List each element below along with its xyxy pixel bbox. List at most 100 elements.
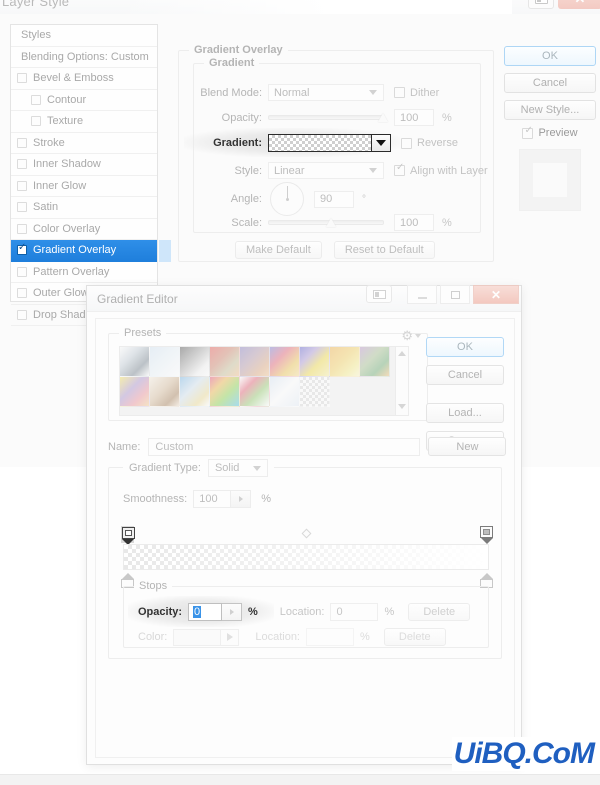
sidebar-item-bevel-emboss[interactable]: Bevel & Emboss xyxy=(11,68,157,90)
preview-checkbox[interactable] xyxy=(522,125,534,139)
reverse-checkbox-row[interactable]: Reverse xyxy=(401,137,458,149)
cancel-button[interactable]: Cancel xyxy=(504,73,596,93)
scale-input[interactable]: 100 xyxy=(394,214,434,231)
gradient-editor-titlebar[interactable]: Gradient Editor ✕ xyxy=(87,285,521,312)
chevron-down-icon xyxy=(252,466,261,471)
opacity-input[interactable]: 100 xyxy=(394,109,434,126)
preset-swatch[interactable] xyxy=(300,377,330,407)
sidebar-item-inner-shadow[interactable]: Inner Shadow xyxy=(11,154,157,176)
sidebar-item-gradient-overlay[interactable]: Gradient Overlay xyxy=(11,240,171,262)
opacity-stop-right[interactable] xyxy=(480,526,493,544)
smoothness-stepper[interactable] xyxy=(231,490,252,508)
preset-swatch[interactable] xyxy=(270,347,300,377)
ok-button[interactable]: OK xyxy=(504,46,596,66)
style-checkbox[interactable] xyxy=(17,73,27,84)
scroll-down-icon[interactable] xyxy=(398,404,406,409)
stop-color-swatch[interactable] xyxy=(173,628,222,646)
style-checkbox[interactable] xyxy=(17,159,27,170)
delete-opacity-stop-button[interactable]: Delete xyxy=(408,603,471,621)
style-checkbox[interactable] xyxy=(17,137,27,148)
sidebar-item-satin[interactable]: Satin xyxy=(11,197,157,219)
presets-scrollbar[interactable] xyxy=(395,347,408,415)
preset-swatch[interactable] xyxy=(120,347,150,377)
load-button[interactable]: Load... xyxy=(426,403,504,423)
preset-swatch[interactable] xyxy=(240,377,270,407)
new-style-button[interactable]: New Style... xyxy=(504,100,596,120)
preview-toggle[interactable]: Preview xyxy=(504,125,596,139)
sidebar-item-stroke[interactable]: Stroke xyxy=(11,133,157,154)
style-checkbox[interactable] xyxy=(17,288,27,299)
preset-swatch[interactable] xyxy=(360,347,390,377)
style-checkbox[interactable] xyxy=(31,94,41,105)
stop-opacity-location-input[interactable]: 0 xyxy=(330,603,379,621)
scale-slider[interactable] xyxy=(268,217,384,227)
close-icon[interactable]: ✕ xyxy=(558,0,600,9)
minimize-icon[interactable] xyxy=(407,285,437,304)
gear-icon[interactable]: ⚙ xyxy=(401,328,421,344)
preset-swatch[interactable] xyxy=(210,347,240,377)
preset-swatch[interactable] xyxy=(300,347,330,377)
style-select[interactable]: Linear xyxy=(268,162,384,179)
gradient-dropdown-button[interactable] xyxy=(372,134,391,152)
panel-icon[interactable] xyxy=(366,285,392,303)
gradient-editor-title: Gradient Editor xyxy=(97,292,178,306)
style-checkbox[interactable] xyxy=(31,116,41,127)
opacity-slider-knob[interactable] xyxy=(378,112,388,122)
new-button[interactable]: New xyxy=(428,437,507,456)
preset-swatch[interactable] xyxy=(330,347,360,377)
blend-mode-select[interactable]: Normal xyxy=(268,84,384,101)
align-with-layer-row[interactable]: Align with Layer xyxy=(394,162,488,177)
delete-color-stop-button[interactable]: Delete xyxy=(383,628,446,646)
smoothness-input[interactable]: 100 xyxy=(193,490,232,508)
angle-dial[interactable] xyxy=(270,182,304,216)
editor-cancel-button[interactable]: Cancel xyxy=(426,365,504,385)
preset-swatch[interactable] xyxy=(180,377,210,407)
stop-color-picker-button[interactable] xyxy=(221,628,240,646)
style-checkbox[interactable] xyxy=(17,309,27,320)
dither-checkbox-row[interactable]: Dither xyxy=(394,87,439,99)
sidebar-item-color-overlay[interactable]: Color Overlay xyxy=(11,219,157,240)
preset-swatch[interactable] xyxy=(150,377,180,407)
sidebar-item-pattern-overlay[interactable]: Pattern Overlay xyxy=(11,262,157,283)
stop-opacity-input[interactable]: 0 xyxy=(188,603,223,621)
close-icon[interactable]: ✕ xyxy=(473,285,519,304)
name-input[interactable]: Custom xyxy=(148,437,421,456)
style-checkbox[interactable] xyxy=(17,180,27,191)
make-default-button[interactable]: Make Default xyxy=(235,241,322,259)
editor-ok-button[interactable]: OK xyxy=(426,337,504,357)
preset-swatch[interactable] xyxy=(210,377,240,407)
gradient-bar[interactable] xyxy=(123,544,489,570)
maximize-icon[interactable] xyxy=(440,285,470,304)
style-label: Bevel & Emboss xyxy=(33,72,114,85)
gradient-swatch[interactable] xyxy=(268,134,372,152)
style-checkbox[interactable] xyxy=(17,242,27,256)
preset-swatch[interactable] xyxy=(240,347,270,377)
sidebar-item-blending-options[interactable]: Blending Options: Custom xyxy=(11,47,157,68)
sidebar-item-contour[interactable]: Contour xyxy=(11,90,157,111)
opacity-midpoint-marker[interactable] xyxy=(301,528,311,539)
preset-swatch[interactable] xyxy=(120,377,150,407)
stop-color-location-input[interactable] xyxy=(306,628,354,646)
sidebar-item-texture[interactable]: Texture xyxy=(11,111,157,133)
angle-input[interactable]: 90 xyxy=(314,190,354,208)
preset-swatch[interactable] xyxy=(180,347,210,377)
opacity-stop-left[interactable] xyxy=(121,526,135,545)
opacity-slider[interactable] xyxy=(268,113,388,122)
scroll-up-icon[interactable] xyxy=(398,351,406,356)
layer-style-titlebar[interactable]: Layer Style ✕ xyxy=(0,0,600,14)
sidebar-item-inner-glow[interactable]: Inner Glow xyxy=(11,176,157,197)
presets-list[interactable] xyxy=(119,346,409,416)
reset-to-default-button[interactable]: Reset to Default xyxy=(333,241,435,259)
gradient-type-select[interactable]: Solid xyxy=(207,459,268,477)
style-checkbox[interactable] xyxy=(17,202,27,213)
align-with-layer-checkbox[interactable] xyxy=(394,162,405,176)
dither-checkbox[interactable] xyxy=(394,87,405,98)
preset-swatch[interactable] xyxy=(150,347,180,377)
panel-icon[interactable] xyxy=(528,0,554,9)
stop-opacity-stepper[interactable] xyxy=(222,603,243,621)
preset-swatch[interactable] xyxy=(270,377,300,407)
style-checkbox[interactable] xyxy=(17,223,27,234)
reverse-checkbox[interactable] xyxy=(401,137,412,149)
scale-slider-knob[interactable] xyxy=(326,217,336,227)
style-checkbox[interactable] xyxy=(17,266,27,277)
